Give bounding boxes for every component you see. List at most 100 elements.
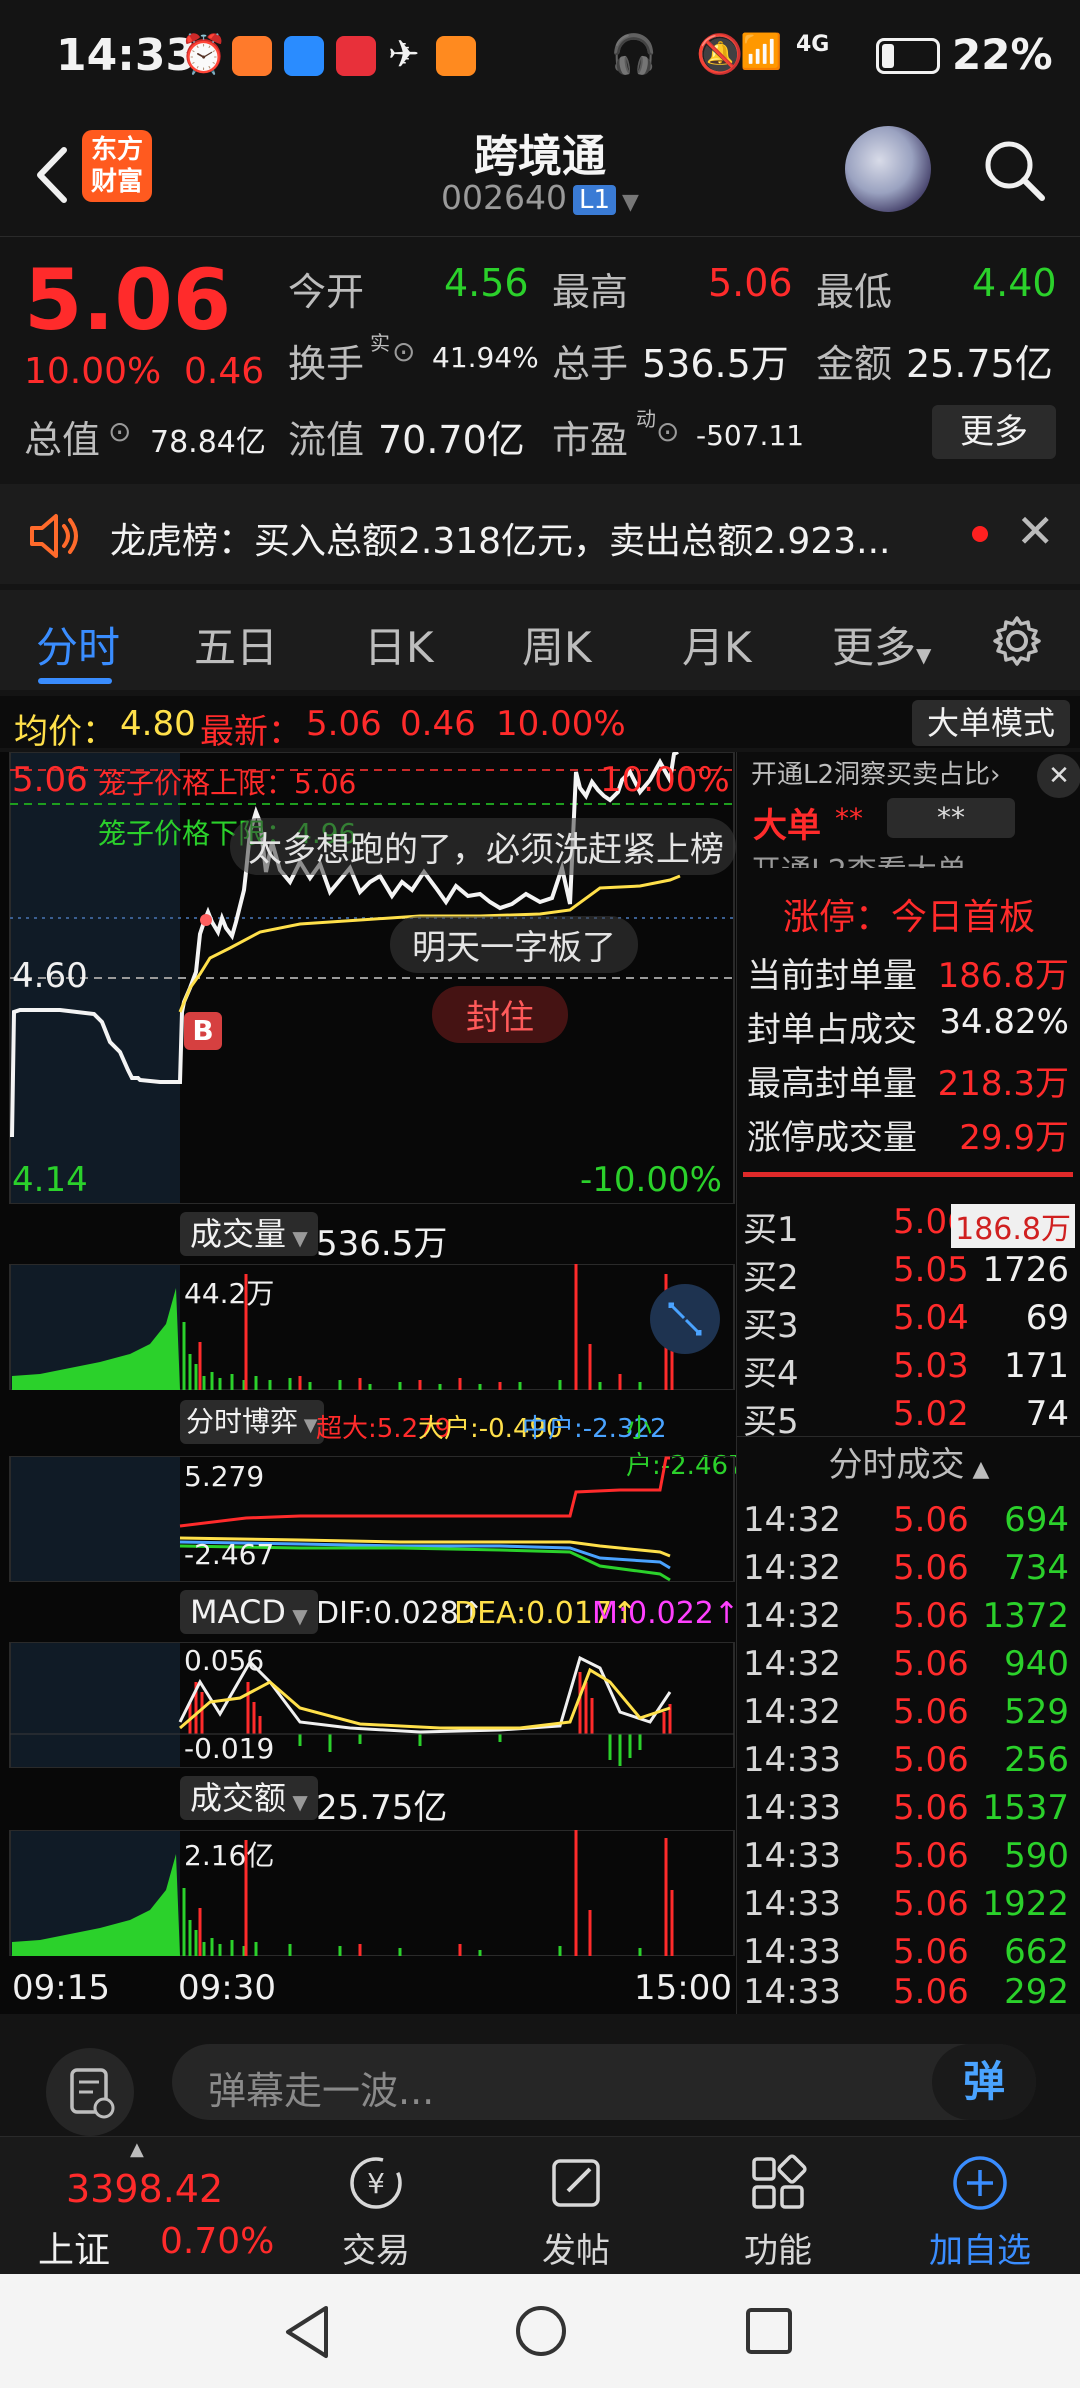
bid-row[interactable]: 买1 5.06 186.8万 [737, 1196, 1080, 1250]
amount-axis-max: 2.16亿 [184, 1839, 275, 1872]
ai-assistant-avatar[interactable] [845, 126, 931, 212]
l2-promo-text: 开通L2洞察买卖占比 [751, 760, 991, 790]
svg-text:B: B [192, 1014, 213, 1047]
bottom-navigation: ▲ 3398.42 上证 0.70% ¥ 交易 发帖 功能 加自选 [0, 2136, 1080, 2274]
recents-square-icon[interactable] [744, 2306, 794, 2356]
dropdown-icon: ▼ [916, 643, 932, 667]
danmaku-bubble: 太多想跑的了，必须洗赶紧上榜 [230, 818, 736, 875]
trade-row: 14:33 5.06 1537 [743, 1788, 1069, 1828]
volume-indicator-selector[interactable]: 成交量 ▼ [180, 1212, 318, 1256]
more-button[interactable]: 更多 [932, 405, 1056, 459]
trades-header[interactable]: 分时成交 ▲ [737, 1436, 1080, 1492]
danmaku-input[interactable]: 弹幕走一波... 弹 [172, 2044, 1036, 2120]
nav-functions[interactable]: 功能 [708, 2153, 848, 2272]
close-icon[interactable]: ✕ [1037, 754, 1080, 798]
high-label: 最高 [552, 270, 629, 314]
nav-add-watchlist-label: 加自选 [929, 2231, 1031, 2271]
info-icon[interactable]: ⊙ [392, 335, 415, 368]
flow-indicator-selector[interactable]: 分时博弈 ▼ [180, 1400, 324, 1444]
mute-icon: 🔕 [696, 32, 744, 76]
plus-circle-icon [953, 2156, 1007, 2210]
amount-bars [9, 1830, 735, 1956]
home-circle-icon[interactable] [514, 2304, 568, 2358]
danmaku-placeholder: 弹幕走一波... [208, 2069, 435, 2113]
macd-indicator-selector[interactable]: MACD ▼ [180, 1590, 318, 1634]
app-notification-icon [232, 36, 272, 76]
bid-row[interactable]: 买5 5.02 74 [737, 1388, 1080, 1442]
flow-chart [9, 1456, 735, 1582]
volume-label: 总手 [552, 342, 629, 386]
nav-post[interactable]: 发帖 [506, 2153, 646, 2272]
edit-icon [552, 2159, 600, 2207]
current-price: 5.06 [24, 251, 232, 349]
index-name: 上证 [38, 2230, 111, 2271]
intraday-chart[interactable]: B 5.06 笼子价格上限：5.06 10.00% 笼子价格下限：4.96 太多… [0, 752, 745, 2014]
big-order-mode-button[interactable]: 大单模式 [912, 700, 1070, 746]
expand-chart-icon[interactable] [650, 1284, 720, 1354]
info-icon[interactable]: ⊙ [656, 415, 679, 448]
amount-label: 金额 [816, 342, 893, 386]
time-axis-start: 09:15 [12, 1968, 110, 2008]
macd-m: M:0.022↑ [592, 1596, 740, 1631]
tab-daily-k[interactable]: 日K [364, 614, 434, 675]
danmaku-bubble: 明天一字板了 [390, 916, 638, 973]
dropdown-icon: ▼ [298, 1415, 318, 1436]
flow-indicator-label: 分时博弈 [186, 1405, 299, 1438]
battery-level: 22% [952, 30, 1053, 79]
pe-label: 市盈 [552, 418, 629, 462]
order-book-panel: 开通L2洞察买卖占比› ✕ 大单 ** ** 开通L2查看大单 涨停：今日首板 … [736, 752, 1080, 2014]
send-icon: ✈ [388, 32, 420, 76]
limit-stat-row: 最高封单量 218.3万 [747, 1064, 1069, 1104]
latest-label: 最新： [200, 712, 302, 752]
macd-indicator-label: MACD [190, 1593, 286, 1631]
svg-text:¥: ¥ [367, 2167, 385, 2200]
trade-row: 14:32 5.06 940 [743, 1644, 1069, 1684]
bid-row[interactable]: 买3 5.04 69 [737, 1292, 1080, 1346]
price-axis-mid: 4.60 [12, 956, 88, 996]
trade-row: 14:32 5.06 1372 [743, 1596, 1069, 1636]
tab-weekly-k[interactable]: 周K [522, 614, 592, 675]
avg-price-value: 4.80 [120, 704, 196, 744]
macd-chart [9, 1642, 735, 1768]
close-icon[interactable]: ✕ [1016, 504, 1055, 558]
float-label: 流值 [288, 418, 365, 462]
sort-up-icon: ▲ [972, 1457, 990, 1482]
tab-monthly-k[interactable]: 月K [682, 614, 752, 675]
send-danmaku-button[interactable]: 弹 [932, 2044, 1036, 2120]
big-order-label: 大单 [753, 806, 821, 846]
app-notification-icon [284, 36, 324, 76]
amount-indicator-selector[interactable]: 成交额 ▼ [180, 1776, 318, 1820]
nav-add-watchlist[interactable]: 加自选 [910, 2153, 1050, 2272]
high-value: 5.06 [708, 261, 793, 305]
l2-promo-link[interactable]: 开通L2洞察买卖占比› [751, 754, 1000, 791]
back-triangle-icon[interactable] [282, 2304, 332, 2360]
dragon-tiger-notice[interactable]: 龙虎榜：买入总额2.318亿元，卖出总额2.923... ✕ [0, 484, 1080, 584]
comment-list-icon[interactable] [46, 2048, 134, 2136]
volume-axis-max: 44.2万 [184, 1277, 275, 1310]
search-icon[interactable] [980, 136, 1048, 204]
status-time: 14:33 [56, 30, 197, 81]
info-icon[interactable]: ⊙ [108, 415, 131, 448]
market-index-widget[interactable]: ▲ 3398.42 上证 0.70% [0, 2137, 280, 2275]
bid-row[interactable]: 买4 5.03 171 [737, 1340, 1080, 1394]
tab-five-day[interactable]: 五日 [194, 614, 278, 675]
nav-functions-label: 功能 [744, 2231, 812, 2271]
gear-icon[interactable] [990, 614, 1044, 668]
tab-more[interactable]: 更多▼ [832, 614, 931, 675]
active-tab-indicator [38, 678, 112, 684]
price-axis-bottom: 4.14 [12, 1160, 88, 1200]
bid-row[interactable]: 买2 5.05 1726 [737, 1244, 1080, 1298]
open-label: 今开 [288, 270, 365, 314]
nav-trade[interactable]: ¥ 交易 [306, 2153, 446, 2272]
flow-axis-max: 5.279 [184, 1460, 265, 1493]
dropdown-icon: ▼ [286, 1790, 308, 1814]
pct-axis-bottom: -10.00% [580, 1160, 722, 1200]
notice-text: 龙虎榜：买入总额2.318亿元，卖出总额2.923... [110, 521, 891, 562]
tab-intraday[interactable]: 分时 [36, 614, 120, 675]
speaker-icon [30, 514, 78, 558]
grid-icon [752, 2154, 807, 2209]
big-order-masked-2[interactable]: ** [887, 798, 1015, 838]
nav-post-label: 发帖 [542, 2231, 610, 2271]
turnover-superscript: 实 [370, 331, 390, 355]
dropdown-icon: ▼ [286, 1226, 308, 1250]
